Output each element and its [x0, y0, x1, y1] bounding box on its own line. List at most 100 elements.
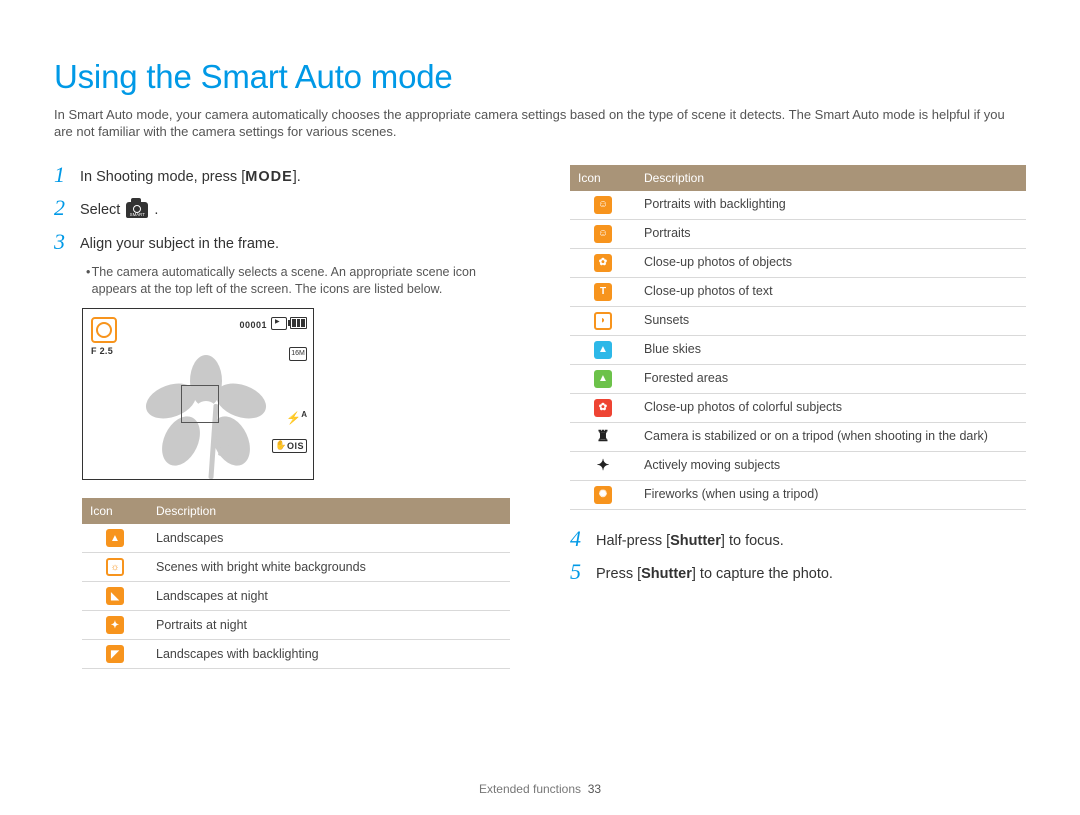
- scene-icon: ☼: [106, 558, 124, 576]
- desc-cell: Fireworks (when using a tripod): [636, 480, 1026, 509]
- desc-cell: Portraits with backlighting: [636, 191, 1026, 220]
- table-row: ☼ Scenes with bright white backgrounds: [82, 553, 510, 582]
- step-1-pre: In Shooting mode, press [: [80, 169, 245, 185]
- content-columns: 1 In Shooting mode, press [MODE]. 2 Sele…: [54, 161, 1026, 680]
- step-4: 4 Half-press [Shutter] to focus.: [570, 528, 1026, 552]
- preview-ois-icon: ✋OIS: [272, 439, 307, 453]
- footer-section: Extended functions: [479, 782, 581, 796]
- mode-key: MODE: [245, 169, 293, 185]
- preview-card-icon: [271, 317, 287, 330]
- desc-cell: Close-up photos of colorful subjects: [636, 393, 1026, 422]
- left-column: 1 In Shooting mode, press [MODE]. 2 Sele…: [54, 161, 510, 680]
- icon-cell: ◣: [82, 582, 148, 611]
- scene-icon: ✦: [106, 616, 124, 634]
- preview-flash-icon: ⚡A: [286, 411, 307, 424]
- preview-resolution-icon: 16M: [289, 347, 307, 361]
- preview-fnumber: F 2.5: [91, 345, 113, 357]
- step-number-4: 4: [570, 528, 590, 550]
- scene-icon: ✿: [594, 254, 612, 272]
- table-row: ✿ Close-up photos of objects: [570, 248, 1026, 277]
- icon-cell: ✦: [570, 451, 636, 480]
- th-desc: Description: [636, 165, 1026, 191]
- table-row: ◣ Landscapes at night: [82, 582, 510, 611]
- scene-icon: ▲: [106, 529, 124, 547]
- table-row: ✦Portraits at night: [82, 611, 510, 640]
- preview-flash-a: A: [301, 410, 307, 419]
- icon-cell: ☺: [570, 219, 636, 248]
- manual-page: Using the Smart Auto mode In Smart Auto …: [0, 0, 1080, 815]
- preview-scene-icon: [91, 317, 117, 343]
- table-row: ◗Sunsets: [570, 306, 1026, 335]
- th-icon: Icon: [82, 498, 148, 524]
- icon-cell: ▲: [82, 524, 148, 553]
- table-row: ▲ Landscapes: [82, 524, 510, 553]
- preview-battery-icon: [290, 317, 307, 329]
- scene-icon: ▲: [594, 341, 612, 359]
- step-number-3: 3: [54, 231, 74, 253]
- step-5-text: Press [Shutter] to capture the photo.: [596, 561, 833, 585]
- step-3: 3 Align your subject in the frame.: [54, 231, 510, 255]
- footer-page-number: 33: [588, 782, 601, 796]
- table-row: TClose-up photos of text: [570, 277, 1026, 306]
- table-row: ✿ Close-up photos of colorful subjects: [570, 393, 1026, 422]
- icon-cell: ✿: [570, 248, 636, 277]
- step-5-post: ] to capture the photo.: [692, 566, 833, 582]
- scene-icon: ✦: [594, 457, 612, 475]
- scene-icon: ✿: [594, 399, 612, 417]
- icon-cell: ◗: [570, 306, 636, 335]
- step-number-5: 5: [570, 561, 590, 583]
- icon-cell: ☼: [82, 553, 148, 582]
- shutter-key: Shutter: [670, 533, 721, 549]
- camera-preview: F 2.5 00001 16M ⚡A ✋OIS: [82, 308, 314, 480]
- icon-cell: ▲: [570, 335, 636, 364]
- table-row: ☺ Portraits with backlighting: [570, 191, 1026, 220]
- scene-icon: ☺: [594, 196, 612, 214]
- table-row: ◤Landscapes with backlighting: [82, 640, 510, 669]
- step-1-post: ].: [293, 169, 301, 185]
- icon-table-right: Icon Description ☺ Portraits with backlig…: [570, 165, 1026, 510]
- scene-icon: ◤: [106, 645, 124, 663]
- preview-counter: 00001: [239, 319, 267, 331]
- preview-ois-text: OIS: [287, 441, 304, 451]
- desc-cell: Close-up photos of objects: [636, 248, 1026, 277]
- scene-icon: ♜: [594, 428, 612, 446]
- desc-cell: Landscapes: [148, 524, 510, 553]
- desc-cell: Scenes with bright white backgrounds: [148, 553, 510, 582]
- icon-cell: ✦: [82, 611, 148, 640]
- desc-cell: Landscapes at night: [148, 582, 510, 611]
- icon-table-left: Icon Description ▲Landscapes☼Scenes with…: [82, 498, 510, 669]
- scene-icon: ◗: [594, 312, 612, 330]
- icon-cell: ✿: [570, 393, 636, 422]
- table-row: ✦ Actively moving subjects: [570, 451, 1026, 480]
- step-1: 1 In Shooting mode, press [MODE].: [54, 164, 510, 188]
- scene-icon: ◣: [106, 587, 124, 605]
- preview-focus-square: [181, 385, 219, 423]
- icon-cell: ✺: [570, 480, 636, 509]
- scene-icon: ▲: [594, 370, 612, 388]
- step-2-post: .: [154, 202, 158, 218]
- desc-cell: Camera is stabilized or on a tripod (whe…: [636, 422, 1026, 451]
- table-row: ✺Fireworks (when using a tripod): [570, 480, 1026, 509]
- shutter-key: Shutter: [641, 566, 692, 582]
- desc-cell: Blue skies: [636, 335, 1026, 364]
- step-5-pre: Press [: [596, 566, 641, 582]
- page-title: Using the Smart Auto mode: [54, 55, 1026, 100]
- step-2-text: Select .: [80, 197, 158, 221]
- step-4-text: Half-press [Shutter] to focus.: [596, 528, 784, 552]
- th-icon: Icon: [570, 165, 636, 191]
- scene-icon: ☺: [594, 225, 612, 243]
- desc-cell: Portraits: [636, 219, 1026, 248]
- desc-cell: Actively moving subjects: [636, 451, 1026, 480]
- icon-cell: ◤: [82, 640, 148, 669]
- step-4-pre: Half-press [: [596, 533, 670, 549]
- icon-cell: T: [570, 277, 636, 306]
- icon-cell: ♜: [570, 422, 636, 451]
- page-footer: Extended functions 33: [0, 781, 1080, 797]
- icon-cell: ▲: [570, 364, 636, 393]
- step-3-text: Align your subject in the frame.: [80, 231, 279, 255]
- step-3-note-text: The camera automatically selects a scene…: [92, 264, 510, 298]
- step-4-post: ] to focus.: [721, 533, 784, 549]
- icon-cell: ☺: [570, 191, 636, 220]
- scene-icon: T: [594, 283, 612, 301]
- smart-auto-icon: [126, 202, 148, 218]
